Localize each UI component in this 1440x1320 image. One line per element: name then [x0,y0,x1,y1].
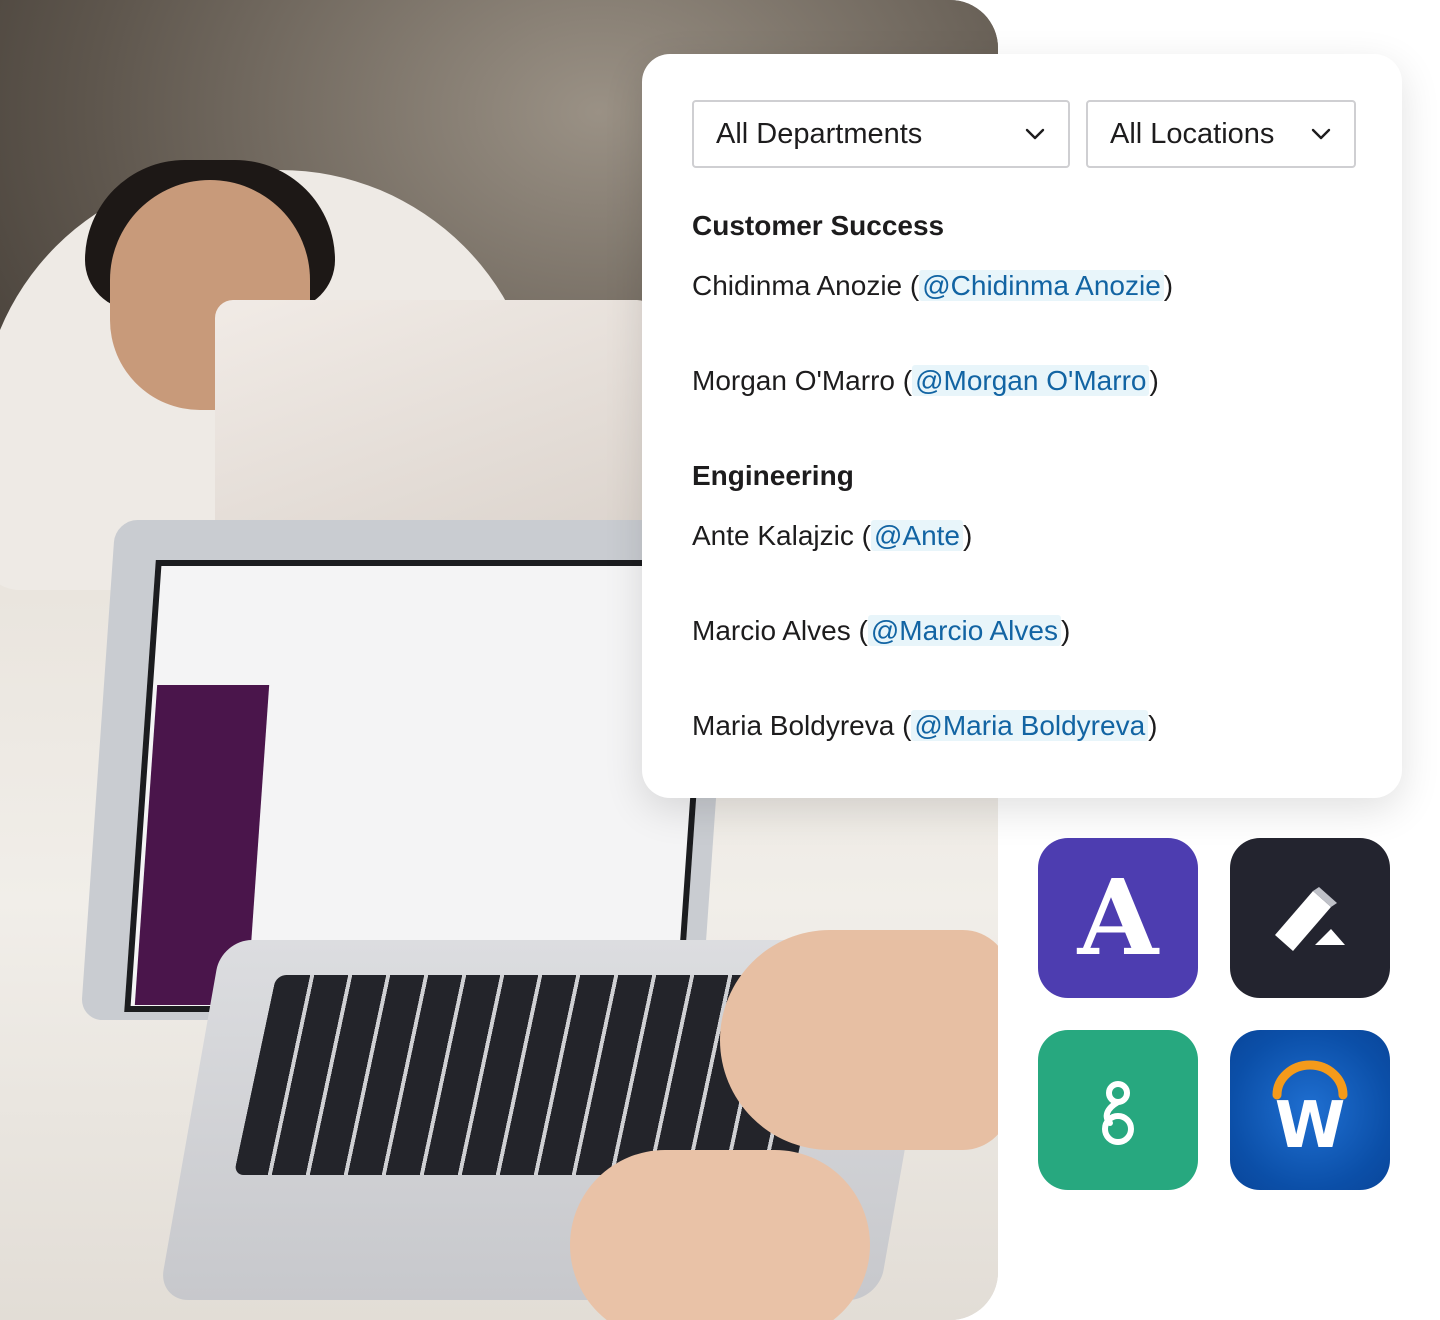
person-row: Chidinma Anozie (@Chidinma Anozie) [692,270,1174,301]
pen-logo-graphic [1275,887,1345,951]
photo-hand-lower [570,1150,870,1320]
person-mention[interactable]: @Marcio Alves [867,615,1061,646]
g-logo-icon[interactable] [1038,1030,1198,1190]
person-mention[interactable]: @Morgan O'Marro [912,365,1150,396]
person-row: Ante Kalajzic (@Ante) [692,520,973,551]
person-row: Marcio Alves (@Marcio Alves) [692,615,1071,646]
chevron-down-icon [1025,128,1045,140]
group-title: Engineering [692,460,854,491]
person-mention[interactable]: @Chidinma Anozie [919,270,1164,301]
department-select[interactable]: All Departments [692,100,1070,168]
person-mention[interactable]: @Maria Boldyreva [911,710,1149,741]
person-name: Maria Boldyreva [692,710,895,741]
location-select-label: All Locations [1110,117,1275,150]
g-logo-graphic [1102,1081,1134,1145]
group-title: Customer Success [692,210,945,241]
location-select[interactable]: All Locations [1086,100,1356,168]
person-row: Morgan O'Marro (@Morgan O'Marro) [692,365,1159,396]
person-name: Ante Kalajzic [692,520,854,551]
chevron-down-icon [1311,128,1331,140]
person-name: Chidinma Anozie [692,270,903,301]
photo-hand [720,930,998,1150]
person-row: Maria Boldyreva (@Maria Boldyreva) [692,710,1158,741]
person-name: Morgan O'Marro [692,365,895,396]
pen-logo-icon[interactable] [1230,838,1390,998]
a-logo-letter: A [1077,856,1159,979]
person-name: Marcio Alves [692,615,851,646]
department-select-label: All Departments [716,117,923,150]
directory-card: All Departments All Locations Customer S… [642,54,1402,798]
person-mention[interactable]: @Ante [870,520,964,551]
w-logo-icon[interactable]: W [1230,1030,1390,1190]
a-logo-icon[interactable]: A [1038,838,1198,998]
w-logo-letter: W [1274,1089,1346,1163]
